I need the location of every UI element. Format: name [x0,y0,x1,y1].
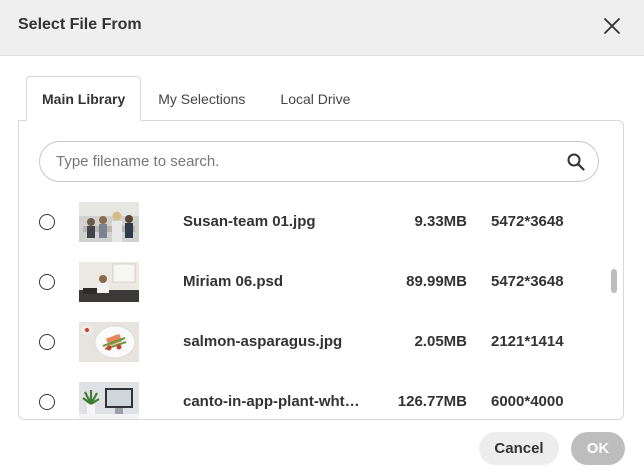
file-size: 89.99MB [406,273,467,290]
tab-main-library[interactable]: Main Library [26,76,142,121]
file-list: Susan-team 01.jpg 9.33MB 5472*3648 Miria… [19,201,609,419]
file-name: salmon-asparagus.jpg [183,333,343,350]
file-radio[interactable] [39,214,55,230]
tab-my-selections[interactable]: My Selections [141,76,262,121]
ok-button[interactable]: OK [571,432,625,465]
file-radio[interactable] [39,334,55,350]
list-item[interactable]: salmon-asparagus.jpg 2.05MB 2121*1414 [19,321,609,381]
source-tabs: Main Library My Selections Local Drive [26,76,368,121]
dialog-title: Select File From [18,16,142,33]
file-thumbnail [79,262,139,302]
list-item[interactable]: Miriam 06.psd 89.99MB 5472*3648 [19,261,609,321]
dialog-header: Select File From [0,0,644,56]
file-thumbnail [79,382,139,419]
file-name: Susan-team 01.jpg [183,213,316,230]
file-name: canto-in-app-plant-wht… [183,393,360,410]
search-icon[interactable] [566,152,586,172]
file-thumbnail [79,202,139,242]
file-dimensions: 6000*4000 [491,393,564,410]
file-radio[interactable] [39,274,55,290]
file-size: 126.77MB [397,393,467,410]
file-dimensions: 5472*3648 [491,273,564,290]
file-size: 9.33MB [414,213,467,230]
file-browser-panel: Susan-team 01.jpg 9.33MB 5472*3648 Miria… [18,120,624,420]
scrollbar-thumb[interactable] [611,269,617,293]
file-radio[interactable] [39,394,55,410]
file-dimensions: 2121*1414 [491,333,564,350]
file-size: 2.05MB [414,333,467,350]
list-item[interactable]: canto-in-app-plant-wht… 126.77MB 6000*40… [19,381,609,419]
search-box [39,141,599,182]
file-dimensions: 5472*3648 [491,213,564,230]
file-name: Miriam 06.psd [183,273,284,290]
cancel-button[interactable]: Cancel [479,432,559,465]
search-input[interactable] [56,142,556,181]
close-icon[interactable] [600,14,624,38]
list-item[interactable]: Susan-team 01.jpg 9.33MB 5472*3648 [19,201,609,261]
tab-local-drive[interactable]: Local Drive [262,76,368,121]
file-thumbnail [79,322,139,362]
list-scrollbar[interactable] [609,201,617,419]
